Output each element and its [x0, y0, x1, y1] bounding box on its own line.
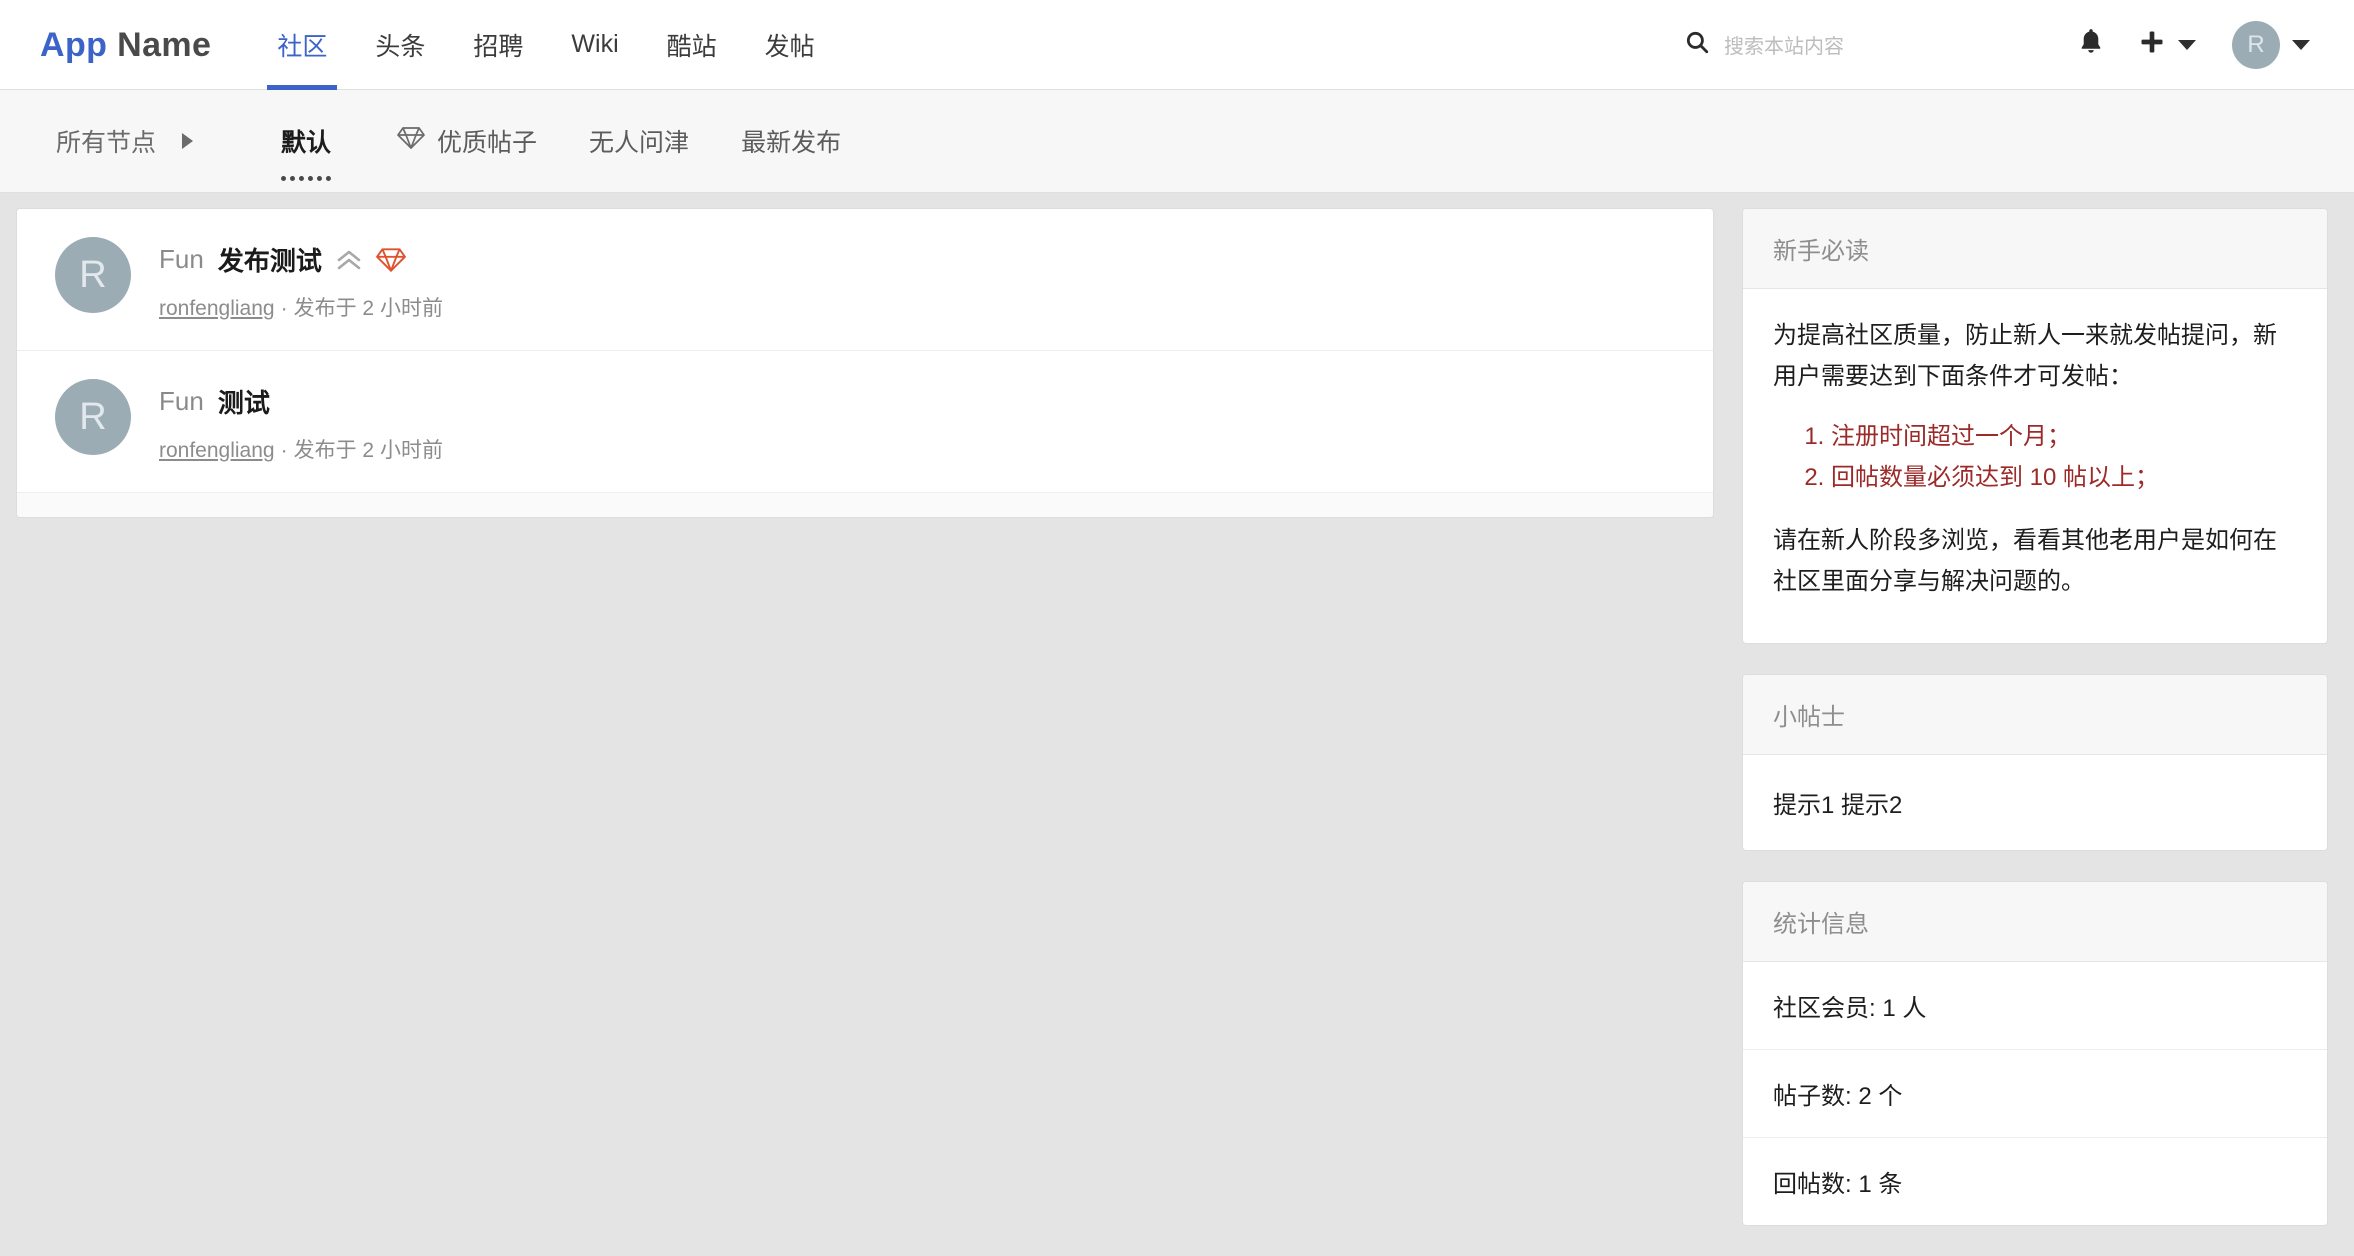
- chevron-down-icon: [2292, 39, 2310, 50]
- top-header: App Name 社区 头条 招聘 Wiki 酷站 发帖 搜索本站内容 R: [0, 0, 2354, 90]
- bell-icon: [2078, 27, 2104, 62]
- nav-item-sites[interactable]: 酷站: [643, 0, 741, 90]
- chevron-right-icon: [182, 133, 194, 149]
- meta-separator: ·: [280, 297, 288, 320]
- post-list-footer: [17, 493, 1713, 517]
- post-title-line: Fun 测试: [159, 383, 443, 420]
- subnav-item-label: 最新发布: [741, 129, 842, 157]
- all-nodes-link[interactable]: 所有节点: [56, 123, 215, 159]
- subnav-item-unanswered[interactable]: 无人问津: [567, 123, 711, 159]
- stats-title: 统计信息: [1743, 881, 2327, 962]
- subnav-item-label: 无人问津: [589, 129, 690, 157]
- table-row[interactable]: R Fun 测试 ronfengliang · 发布于 2 小时前: [17, 351, 1713, 493]
- newbie-guide-body: 为提高社区质量，防止新人一来就发帖提问，新用户需要达到下面条件才可发帖： 注册时…: [1743, 289, 2327, 643]
- notifications-button[interactable]: [2078, 27, 2104, 62]
- post-author-link[interactable]: ronfengliang: [159, 297, 275, 320]
- post-node-tag[interactable]: Fun: [159, 386, 204, 417]
- nav-item-post[interactable]: 发帖: [741, 0, 839, 90]
- nav-item-wiki[interactable]: Wiki: [547, 0, 642, 90]
- post-author-link[interactable]: ronfengliang: [159, 439, 275, 462]
- post-node-tag[interactable]: Fun: [159, 244, 204, 275]
- list-item: 回帖数: 1 条: [1773, 1170, 1903, 1198]
- newbie-guide-rules: 注册时间超过一个月； 回帖数量必须达到 10 帖以上；: [1773, 416, 2297, 499]
- brand-name-text: Name: [117, 25, 212, 64]
- newbie-guide-outro: 请在新人阶段多浏览，看看其他老用户是如何在社区里面分享与解决问题的。: [1773, 527, 2277, 596]
- post-content: Fun 测试 ronfengliang · 发布于 2 小时前: [159, 379, 443, 464]
- all-nodes-label: 所有节点: [56, 129, 157, 157]
- list-item: 帖子数: 2 个: [1743, 1050, 2327, 1138]
- tips-card: 小帖士 提示1 提示2: [1742, 673, 2328, 851]
- header-actions: 搜索本站内容 R: [1684, 0, 2354, 90]
- sidebar-column: 新手必读 为提高社区质量，防止新人一来就发帖提问，新用户需要达到下面条件才可发帖…: [1742, 208, 2328, 1256]
- diamond-icon: [375, 246, 406, 274]
- secondary-navigation: 所有节点 默认 优质帖子 无人问津 最新发布: [0, 90, 2354, 193]
- nav-item-community[interactable]: 社区: [253, 0, 351, 90]
- newbie-guide-intro: 为提高社区质量，防止新人一来就发帖提问，新用户需要达到下面条件才可发帖：: [1773, 322, 2277, 391]
- list-item: 社区会员: 1 人: [1743, 962, 2327, 1050]
- subnav-item-label: 默认: [281, 129, 332, 157]
- nav-item-jobs[interactable]: 招聘: [449, 0, 547, 90]
- tips-body: 提示1 提示2: [1773, 791, 1903, 819]
- avatar: R: [2232, 20, 2280, 69]
- post-meta: ronfengliang · 发布于 2 小时前: [159, 434, 443, 464]
- search-input[interactable]: 搜索本站内容: [1724, 30, 1844, 59]
- post-title-link[interactable]: 发布测试: [218, 241, 322, 278]
- newbie-guide-card: 新手必读 为提高社区质量，防止新人一来就发帖提问，新用户需要达到下面条件才可发帖…: [1742, 208, 2328, 644]
- nav-item-headlines[interactable]: 头条: [351, 0, 449, 90]
- subnav-item-default[interactable]: 默认: [259, 123, 353, 181]
- post-title-line: Fun 发布测试: [159, 241, 443, 278]
- subnav-item-label: 优质帖子: [437, 129, 538, 157]
- create-button[interactable]: [2138, 28, 2196, 61]
- post-title-link[interactable]: 测试: [218, 383, 270, 420]
- main-navigation: 社区 头条 招聘 Wiki 酷站 发帖: [253, 0, 838, 90]
- diamond-icon: [397, 125, 425, 158]
- subnav-item-quality[interactable]: 优质帖子: [375, 123, 559, 159]
- post-list-column: R Fun 发布测试 ronfengliang · 发布于 2 小时前 R Fu…: [16, 208, 1714, 518]
- plus-icon: [2138, 28, 2166, 61]
- chevron-down-icon: [2178, 39, 2196, 50]
- table-row[interactable]: R Fun 发布测试 ronfengliang · 发布于 2 小时前: [17, 209, 1713, 351]
- page-content: R Fun 发布测试 ronfengliang · 发布于 2 小时前 R Fu…: [0, 193, 2354, 1256]
- search-box[interactable]: 搜索本站内容: [1684, 29, 1844, 60]
- list-item: 回帖数量必须达到 10 帖以上；: [1831, 457, 2297, 498]
- post-time: 发布于 2 小时前: [293, 439, 443, 462]
- tips-title: 小帖士: [1743, 674, 2327, 755]
- subnav-item-latest[interactable]: 最新发布: [719, 123, 863, 159]
- brand-app-text: App: [40, 25, 108, 64]
- avatar: R: [55, 379, 131, 455]
- stats-card: 统计信息 社区会员: 1 人 帖子数: 2 个 回帖数: 1 条: [1742, 880, 2328, 1226]
- newbie-guide-title: 新手必读: [1743, 209, 2327, 289]
- avatar: R: [55, 237, 131, 313]
- list-item: 注册时间超过一个月；: [1831, 416, 2297, 457]
- post-meta: ronfengliang · 发布于 2 小时前: [159, 292, 443, 322]
- post-time: 发布于 2 小时前: [293, 297, 443, 320]
- search-icon: [1684, 29, 1710, 60]
- user-menu-button[interactable]: R: [2196, 20, 2310, 69]
- post-content: Fun 发布测试 ronfengliang · 发布于 2 小时前: [159, 237, 443, 322]
- meta-separator: ·: [280, 439, 288, 462]
- post-list-card: R Fun 发布测试 ronfengliang · 发布于 2 小时前 R Fu…: [16, 208, 1714, 518]
- chevron-up-icon: [336, 249, 362, 271]
- brand-logo[interactable]: App Name: [40, 28, 211, 62]
